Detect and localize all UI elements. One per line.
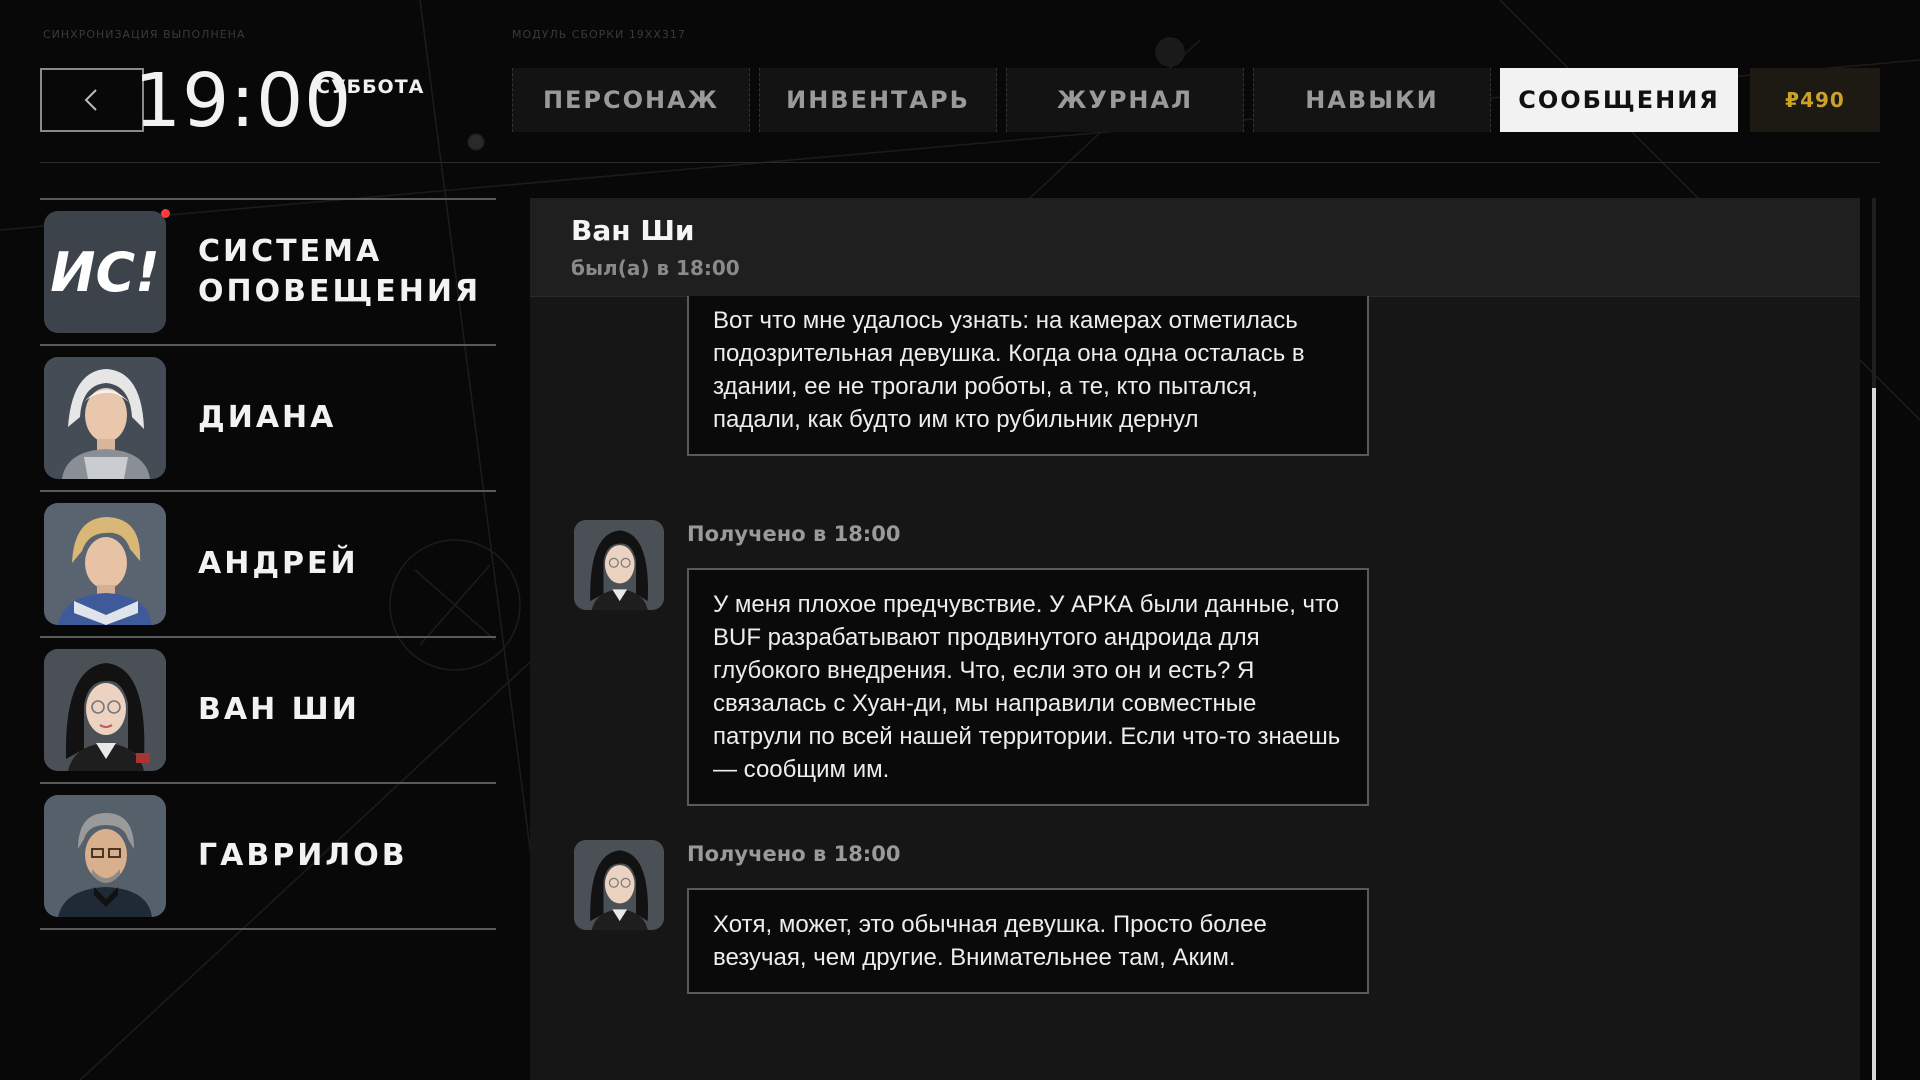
logo-text: ИС! — [50, 241, 159, 304]
build-info-text: Модуль сборки 19xx317 — [512, 28, 686, 41]
message-list[interactable]: Вот что мне удалось узнать: на камерах о… — [530, 296, 1860, 1080]
received-timestamp: Получено в 18:00 — [687, 522, 901, 546]
contact-gavrilov[interactable]: ГАВРИЛОВ — [40, 784, 496, 930]
chat-last-seen: был(а) в 18:00 — [571, 256, 740, 280]
message-bubble: У меня плохое предчувствие. У АРКА были … — [687, 568, 1369, 806]
diana-portrait-icon — [44, 357, 166, 479]
gavrilov-portrait-icon — [44, 795, 166, 917]
currency-balance[interactable]: ₽490 — [1750, 68, 1880, 132]
contact-name: АНДРЕЙ — [198, 546, 359, 581]
contact-alert-system[interactable]: ИС! СИСТЕМА ОПОВЕЩЕНИЯ — [40, 200, 496, 346]
van-shi-portrait-icon — [44, 649, 166, 771]
header-divider — [40, 162, 1880, 163]
back-button[interactable] — [40, 68, 144, 132]
contact-name: ВАН ШИ — [198, 692, 360, 727]
game-clock: 19:00 — [134, 58, 353, 144]
sync-status-text: Синхронизация выполнена — [43, 28, 246, 41]
andrey-portrait-icon — [44, 503, 166, 625]
alert-system-logo-icon: ИС! — [44, 211, 166, 333]
message-bubble: Хотя, может, это обычная девушка. Просто… — [687, 888, 1369, 994]
chat-contact-name: Ван Ши — [571, 214, 695, 247]
chat-panel: Ван Ши был(а) в 18:00 Вот что мне удалос… — [530, 198, 1860, 1080]
contact-van-shi[interactable]: ВАН ШИ — [40, 638, 496, 784]
contact-diana[interactable]: ДИАНА — [40, 346, 496, 492]
contact-list: ИС! СИСТЕМА ОПОВЕЩЕНИЯ ДИАНА АНДРЕЙ ВАН … — [40, 198, 496, 930]
main-tabs: ПЕРСОНАЖ ИНВЕНТАРЬ ЖУРНАЛ НАВЫКИ СООБЩЕН… — [512, 68, 1747, 132]
tab-messages[interactable]: СООБЩЕНИЯ — [1500, 68, 1738, 132]
tab-inventory[interactable]: ИНВЕНТАРЬ — [759, 68, 997, 132]
received-timestamp: Получено в 18:00 — [687, 842, 901, 866]
unread-indicator — [161, 209, 170, 218]
chat-header: Ван Ши был(а) в 18:00 — [530, 198, 1860, 297]
chat-scrollbar[interactable] — [1872, 198, 1876, 1080]
contact-andrey[interactable]: АНДРЕЙ — [40, 492, 496, 638]
chevron-left-icon — [84, 89, 97, 111]
van-shi-message-avatar-icon — [574, 840, 664, 930]
message-bubble: Вот что мне удалось узнать: на камерах о… — [687, 296, 1369, 456]
weekday-label: СУББОТА — [316, 76, 425, 98]
tab-character[interactable]: ПЕРСОНАЖ — [512, 68, 750, 132]
tab-journal[interactable]: ЖУРНАЛ — [1006, 68, 1244, 132]
tab-skills[interactable]: НАВЫКИ — [1253, 68, 1491, 132]
contact-name: ДИАНА — [198, 400, 337, 435]
contact-name: ГАВРИЛОВ — [198, 838, 408, 873]
scrollbar-thumb[interactable] — [1872, 388, 1876, 1080]
contact-name: СИСТЕМА ОПОВЕЩЕНИЯ — [198, 234, 482, 309]
van-shi-message-avatar-icon — [574, 520, 664, 610]
